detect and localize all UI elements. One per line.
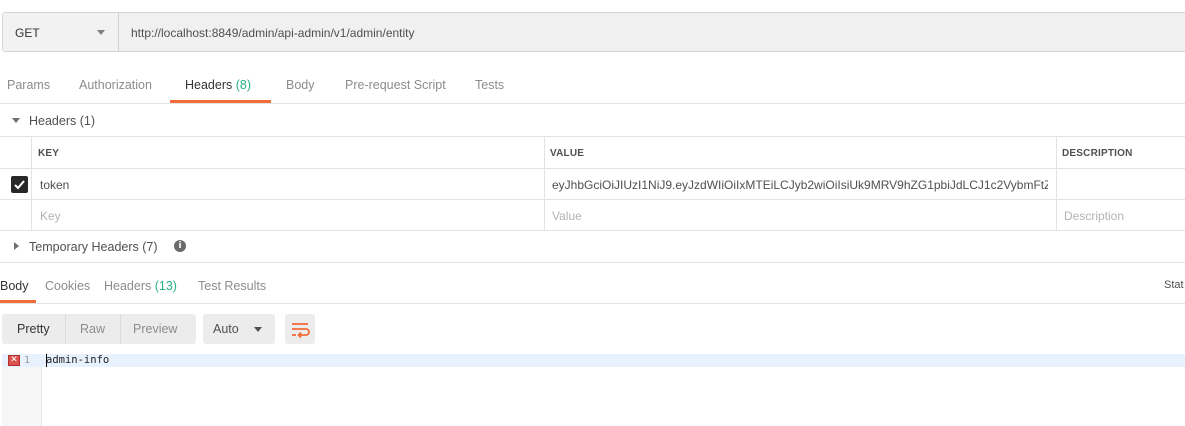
header-key-input[interactable]: token: [40, 178, 69, 192]
view-mode-group: Pretty Raw Preview: [2, 314, 196, 344]
table-row: token eyJhbGciOiJIUzI1NiJ9.eyJzdWIiOiIxM…: [0, 169, 1185, 200]
active-line-highlight: [2, 354, 1185, 367]
collapse-icon[interactable]: [12, 118, 20, 123]
tab-pre-request-script[interactable]: Pre-request Script: [345, 78, 446, 92]
column-divider: [1056, 137, 1057, 231]
table-row-new: Key Value Description: [0, 200, 1185, 231]
method-label: GET: [15, 26, 40, 40]
method-select[interactable]: GET: [3, 13, 119, 51]
new-description-input[interactable]: Description: [1064, 209, 1124, 223]
error-icon: ✕: [8, 355, 20, 366]
active-tab-indicator: [170, 100, 271, 103]
header-value-input[interactable]: eyJhbGciOiJIUzI1NiJ9.eyJzdWIiOiIxMTEiLCJ…: [552, 178, 1048, 192]
column-divider: [544, 137, 545, 231]
tab-headers-count: (8): [235, 78, 252, 92]
tab-response-headers-label: Headers: [104, 279, 152, 293]
headers-section-title[interactable]: Headers (1): [29, 114, 95, 128]
column-value: VALUE: [550, 148, 585, 159]
format-label: Auto: [213, 322, 239, 336]
table-header-row: KEY VALUE DESCRIPTION: [0, 137, 1185, 169]
tab-headers-label: Headers: [185, 78, 233, 92]
divider: [65, 314, 66, 344]
info-icon[interactable]: i: [174, 240, 186, 252]
response-editor[interactable]: ✕ 1 admin-info: [2, 354, 1185, 426]
divider: [120, 314, 121, 344]
tab-authorization[interactable]: Authorization: [79, 78, 152, 92]
expand-icon[interactable]: [14, 242, 19, 250]
headers-table: KEY VALUE DESCRIPTION token eyJhbGciOiJI…: [0, 136, 1185, 231]
line-number: 1: [24, 355, 31, 366]
request-bar: GET http://localhost:8849/admin/api-admi…: [2, 12, 1185, 52]
code-line: admin-info: [46, 354, 110, 366]
chevron-down-icon: [254, 327, 262, 332]
tab-cookies[interactable]: Cookies: [45, 279, 90, 293]
column-description: DESCRIPTION: [1062, 148, 1133, 159]
tab-params[interactable]: Params: [7, 78, 50, 92]
chevron-down-icon: [97, 30, 105, 35]
temporary-headers-title[interactable]: Temporary Headers (7): [29, 240, 158, 254]
url-input[interactable]: http://localhost:8849/admin/api-admin/v1…: [131, 26, 415, 40]
tab-body[interactable]: Body: [286, 78, 315, 92]
tab-response-headers[interactable]: Headers (13): [104, 279, 177, 293]
wrap-lines-button[interactable]: [285, 314, 315, 344]
active-tab-indicator: [0, 300, 36, 303]
wrap-icon: [292, 323, 310, 339]
raw-button[interactable]: Raw: [80, 322, 105, 336]
preview-button[interactable]: Preview: [133, 322, 177, 336]
response-tabs: Body Cookies Headers (13) Test Results S…: [0, 262, 1185, 304]
tab-tests[interactable]: Tests: [475, 78, 504, 92]
format-select[interactable]: Auto: [203, 314, 275, 344]
checkmark-icon: [14, 180, 25, 190]
status-label: Stat: [1164, 279, 1184, 291]
text-cursor: [46, 354, 47, 367]
row-enabled-checkbox[interactable]: [11, 176, 28, 193]
pretty-button[interactable]: Pretty: [17, 322, 50, 336]
new-value-input[interactable]: Value: [552, 209, 582, 223]
tab-response-body[interactable]: Body: [0, 279, 29, 293]
tab-headers[interactable]: Headers (8): [185, 78, 251, 92]
column-key: KEY: [38, 148, 60, 159]
tab-test-results[interactable]: Test Results: [198, 279, 266, 293]
column-divider: [31, 137, 32, 231]
new-key-input[interactable]: Key: [40, 209, 61, 223]
request-tabs: Params Authorization Headers (8) Body Pr…: [0, 66, 1185, 104]
tab-response-headers-count: (13): [154, 279, 177, 293]
